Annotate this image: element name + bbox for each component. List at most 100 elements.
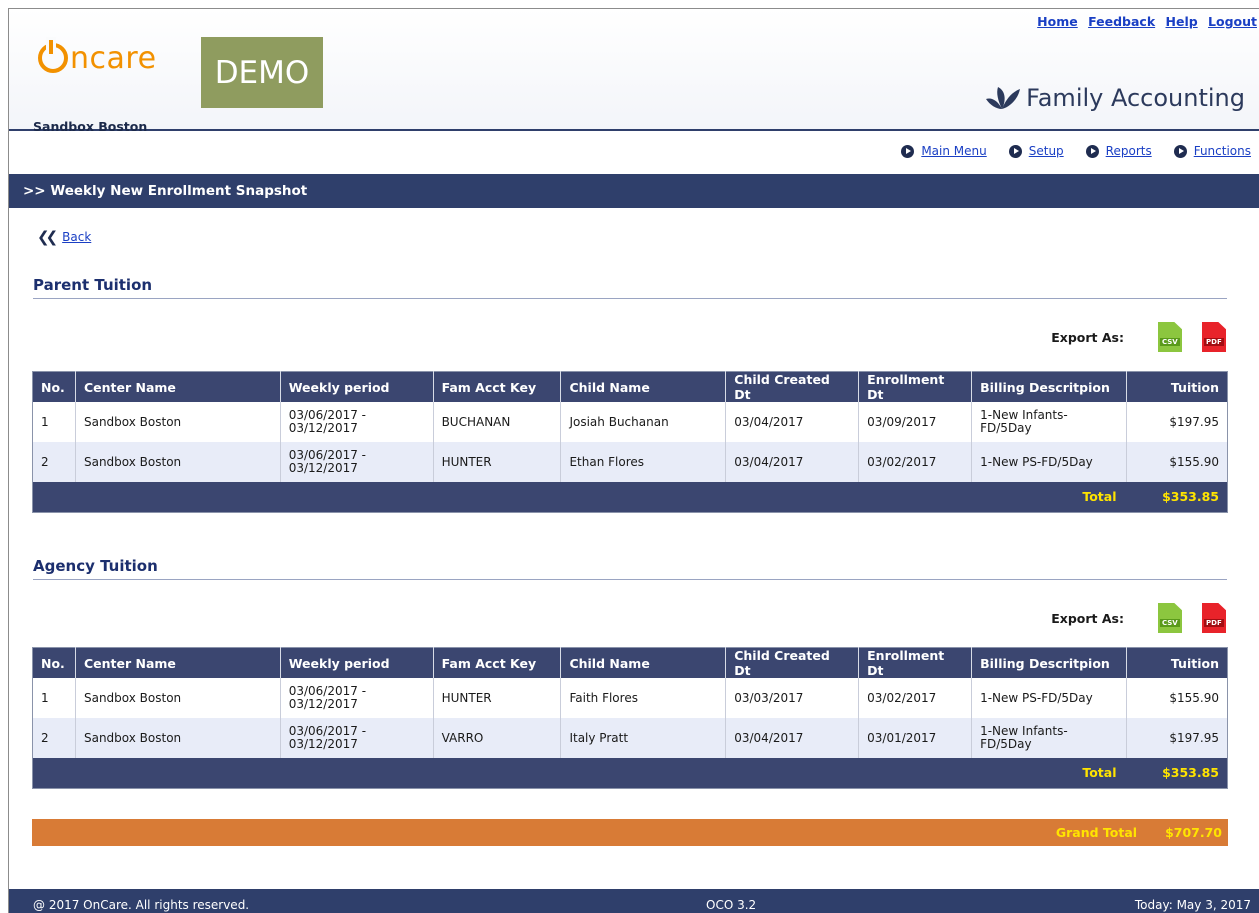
col-no: No.: [32, 371, 76, 402]
col-tuition: Tuition: [1126, 371, 1228, 402]
cell-fam-acct-key: VARRO: [433, 718, 562, 758]
cell-weekly-period: 03/06/2017 - 03/12/2017: [280, 402, 434, 442]
nav-main-menu[interactable]: Main Menu: [901, 144, 987, 158]
cell-child-name: Ethan Flores: [560, 442, 727, 482]
back-label[interactable]: Back: [62, 230, 91, 244]
cell-tuition: $197.95: [1126, 402, 1228, 442]
cell-child-created-dt: 03/04/2017: [725, 402, 860, 442]
pdf-export-icon[interactable]: PDF: [1202, 603, 1226, 633]
copyright-text: @ 2017 OnCare. All rights reserved.: [33, 898, 250, 912]
cell-no: 2: [32, 718, 76, 758]
feedback-link[interactable]: Feedback: [1088, 14, 1155, 29]
table-header-row: No. Center Name Weekly period Fam Acct K…: [32, 647, 1228, 678]
csv-icon-label: CSV: [1160, 338, 1180, 346]
cell-no: 1: [32, 402, 76, 442]
cell-child-created-dt: 03/04/2017: [725, 442, 860, 482]
parent-tuition-title: Parent Tuition: [33, 276, 1227, 299]
pdf-icon-label: PDF: [1204, 338, 1224, 346]
grand-total-value: $707.70: [1165, 825, 1222, 840]
col-child-name: Child Name: [560, 647, 727, 678]
total-row: Total $353.85: [32, 482, 1228, 512]
home-link[interactable]: Home: [1037, 14, 1078, 29]
cell-no: 1: [32, 678, 76, 718]
table-row: 2 Sandbox Boston 03/06/2017 - 03/12/2017…: [32, 718, 1228, 758]
col-enrollment-dt: Enrollment Dt: [858, 371, 973, 402]
main-nav: Main Menu Setup Reports Functions: [879, 144, 1251, 158]
arrow-right-icon: [1173, 144, 1187, 158]
cell-child-created-dt: 03/03/2017: [725, 678, 860, 718]
cell-enrollment-dt: 03/01/2017: [858, 718, 973, 758]
col-child-created-dt: Child Created Dt: [725, 371, 860, 402]
cell-enrollment-dt: 03/09/2017: [858, 402, 973, 442]
col-billing-description: Billing Descritpion: [971, 371, 1127, 402]
page-header: Home Feedback Help Logout ncare DEMO San…: [9, 9, 1259, 134]
cell-tuition: $197.95: [1126, 718, 1228, 758]
csv-export-icon[interactable]: CSV: [1158, 322, 1182, 352]
cell-fam-acct-key: HUNTER: [433, 678, 562, 718]
col-billing-description: Billing Descritpion: [971, 647, 1127, 678]
col-child-created-dt: Child Created Dt: [725, 647, 860, 678]
cell-billing-description: 1-New Infants-FD/5Day: [971, 718, 1127, 758]
page-title: >> Weekly New Enrollment Snapshot: [9, 174, 1259, 208]
top-links: Home Feedback Help Logout: [1031, 14, 1257, 29]
back-link[interactable]: ❮❮ Back: [37, 228, 91, 246]
nav-setup-label[interactable]: Setup: [1029, 144, 1064, 158]
col-enrollment-dt: Enrollment Dt: [858, 647, 973, 678]
cell-weekly-period: 03/06/2017 - 03/12/2017: [280, 718, 434, 758]
nav-functions-label[interactable]: Functions: [1194, 144, 1251, 158]
grand-total-bar: Grand Total $707.70: [32, 819, 1228, 846]
cell-center-name: Sandbox Boston: [75, 718, 281, 758]
nav-functions[interactable]: Functions: [1173, 144, 1251, 158]
col-no: No.: [32, 647, 76, 678]
arrow-right-icon: [1085, 144, 1099, 158]
today-date: Today: May 3, 2017: [1134, 898, 1251, 912]
cell-center-name: Sandbox Boston: [75, 442, 281, 482]
parent-export: Export As: CSV PDF: [1051, 322, 1226, 352]
agency-export: Export As: CSV PDF: [1051, 603, 1226, 633]
col-weekly-period: Weekly period: [280, 647, 434, 678]
cell-fam-acct-key: BUCHANAN: [433, 402, 562, 442]
power-icon: [38, 40, 68, 73]
cell-enrollment-dt: 03/02/2017: [858, 678, 973, 718]
cell-weekly-period: 03/06/2017 - 03/12/2017: [280, 442, 434, 482]
center-name: Sandbox Boston: [33, 119, 148, 134]
total-label: Total: [32, 758, 1127, 788]
table-header-row: No. Center Name Weekly period Fam Acct K…: [32, 371, 1228, 402]
col-fam-acct-key: Fam Acct Key: [433, 647, 562, 678]
col-weekly-period: Weekly period: [280, 371, 434, 402]
oncare-logo: ncare: [38, 37, 157, 79]
export-label: Export As:: [1051, 329, 1124, 345]
total-value: $353.85: [1126, 758, 1228, 788]
cell-fam-acct-key: HUNTER: [433, 442, 562, 482]
table-row: 1 Sandbox Boston 03/06/2017 - 03/12/2017…: [32, 402, 1228, 442]
logout-link[interactable]: Logout: [1208, 14, 1257, 29]
cell-center-name: Sandbox Boston: [75, 402, 281, 442]
double-chevron-left-icon: ❮❮: [37, 228, 58, 246]
cell-child-name: Italy Pratt: [560, 718, 727, 758]
cell-child-name: Faith Flores: [560, 678, 727, 718]
logo-text: ncare: [70, 40, 157, 76]
nav-reports-label[interactable]: Reports: [1106, 144, 1152, 158]
leaf-icon: [986, 87, 1021, 109]
cell-tuition: $155.90: [1126, 442, 1228, 482]
table-row: 2 Sandbox Boston 03/06/2017 - 03/12/2017…: [32, 442, 1228, 482]
cell-child-created-dt: 03/04/2017: [725, 718, 860, 758]
pdf-export-icon[interactable]: PDF: [1202, 322, 1226, 352]
export-label: Export As:: [1051, 610, 1124, 626]
brand-name: Family Accounting: [1026, 84, 1245, 112]
nav-setup[interactable]: Setup: [1008, 144, 1064, 158]
nav-main-menu-label[interactable]: Main Menu: [921, 144, 986, 158]
agency-tuition-title: Agency Tuition: [33, 557, 1227, 580]
col-center-name: Center Name: [75, 647, 281, 678]
cell-weekly-period: 03/06/2017 - 03/12/2017: [280, 678, 434, 718]
help-link[interactable]: Help: [1166, 14, 1198, 29]
col-center-name: Center Name: [75, 371, 281, 402]
grand-total-label: Grand Total: [1055, 825, 1138, 840]
col-fam-acct-key: Fam Acct Key: [433, 371, 562, 402]
cell-enrollment-dt: 03/02/2017: [858, 442, 973, 482]
total-value: $353.85: [1126, 482, 1228, 512]
cell-tuition: $155.90: [1126, 678, 1228, 718]
csv-export-icon[interactable]: CSV: [1158, 603, 1182, 633]
nav-reports[interactable]: Reports: [1085, 144, 1152, 158]
arrow-right-icon: [901, 144, 915, 158]
